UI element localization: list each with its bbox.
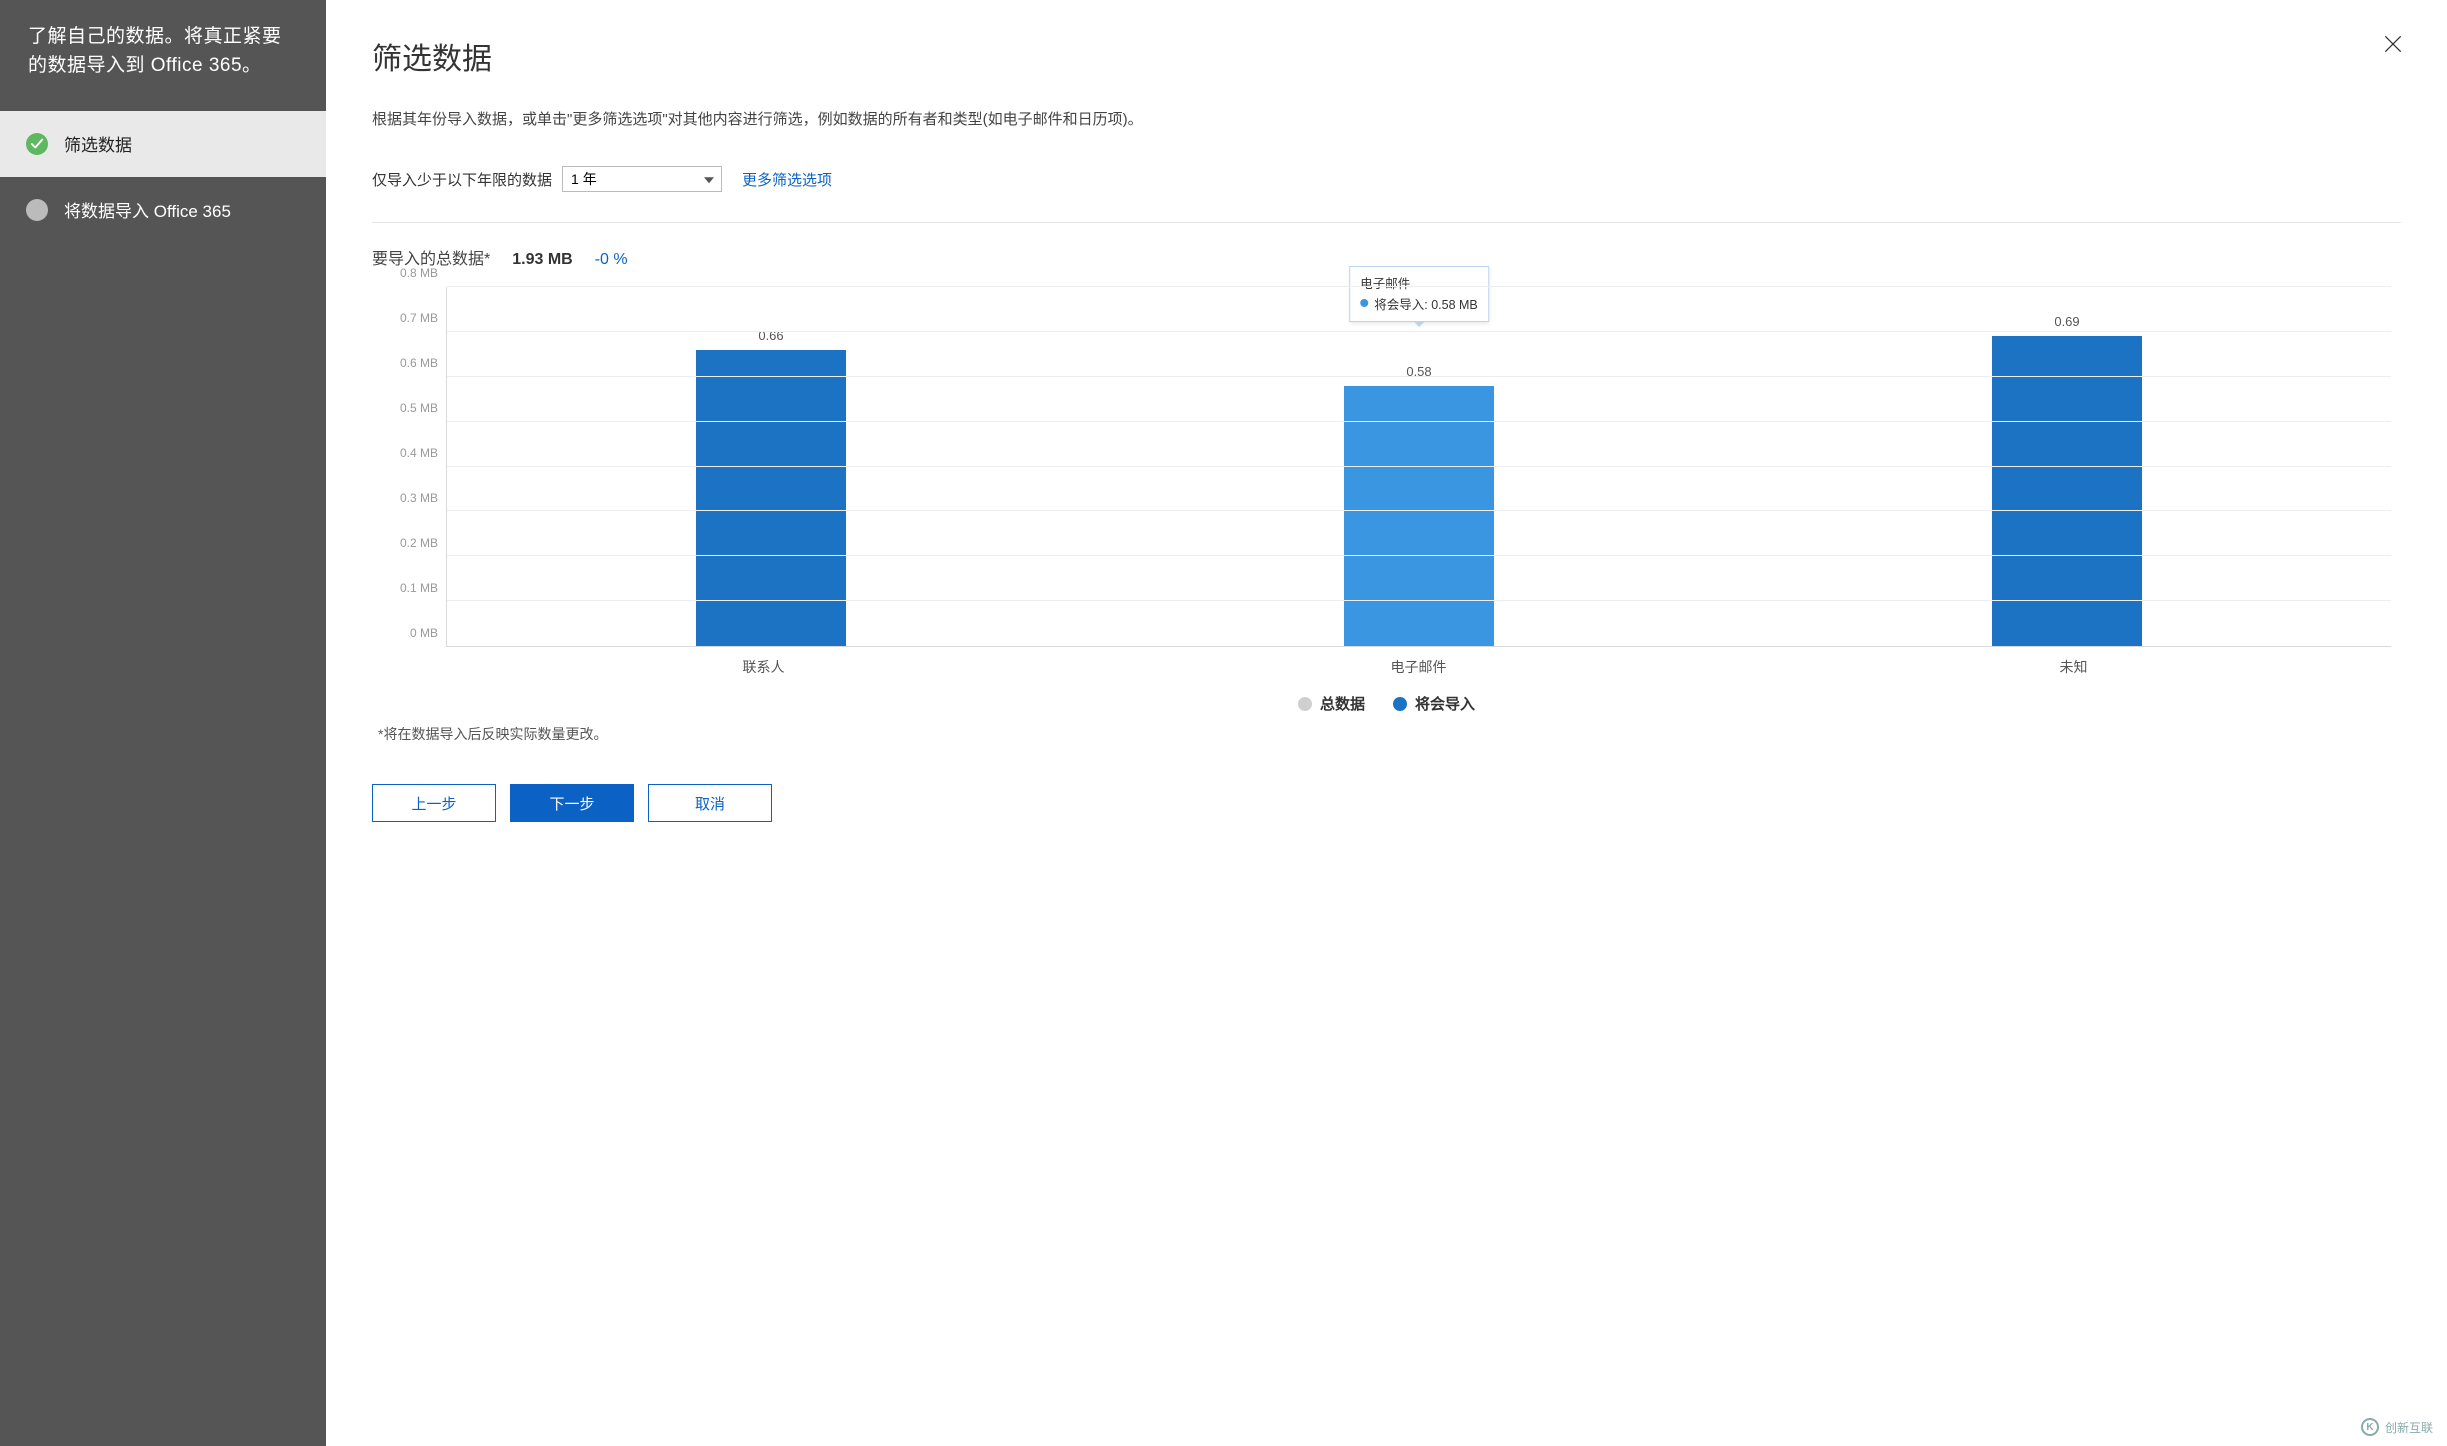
wizard-step-label: 将数据导入 Office 365 xyxy=(64,197,231,222)
legend-swatch-icon xyxy=(1393,697,1407,711)
y-tick-label: 0 MB xyxy=(410,626,438,640)
totals-value: 1.93 MB xyxy=(512,251,572,269)
more-filters-link[interactable]: 更多筛选选项 xyxy=(742,169,832,190)
y-tick-label: 0.7 MB xyxy=(400,311,438,325)
footnote: *将在数据导入后反映实际数量更改。 xyxy=(378,724,2401,744)
sidebar-header: 了解自己的数据。将真正紧要的数据导入到 Office 365。 xyxy=(0,0,326,111)
chart-tooltip: 电子邮件 将会导入: 0.58 MB xyxy=(1349,266,1489,322)
chart-legend: 总数据 将会导入 xyxy=(372,693,2401,714)
age-select-wrap: 1 年 xyxy=(562,166,722,192)
cancel-button[interactable]: 取消 xyxy=(648,784,772,822)
page-title: 筛选数据 xyxy=(372,34,2401,78)
next-button[interactable]: 下一步 xyxy=(510,784,634,822)
wizard-sidebar: 了解自己的数据。将真正紧要的数据导入到 Office 365。 筛选数据 将数据… xyxy=(0,0,326,1446)
bar-slot: 0.58 xyxy=(1095,287,1743,646)
back-button[interactable]: 上一步 xyxy=(372,784,496,822)
bullet-icon xyxy=(26,199,48,221)
totals-percent: -0 % xyxy=(595,251,628,269)
bar-value-label: 0.69 xyxy=(2054,314,2079,329)
wizard-step-import[interactable]: 将数据导入 Office 365 xyxy=(0,177,326,243)
main-panel: 筛选数据 根据其年份导入数据，或单击"更多筛选选项"对其他内容进行筛选，例如数据… xyxy=(326,0,2447,1446)
bar-slot: 0.69 xyxy=(1743,287,2391,646)
tooltip-series: 将会导入: 0.58 MB xyxy=(1374,294,1478,313)
x-tick-label: 未知 xyxy=(1746,647,2401,677)
intro-text: 根据其年份导入数据，或单击"更多筛选选项"对其他内容进行筛选，例如数据的所有者和… xyxy=(372,108,2401,132)
close-button[interactable] xyxy=(2377,28,2409,60)
legend-swatch-icon xyxy=(1298,697,1312,711)
y-tick-label: 0.5 MB xyxy=(400,401,438,415)
bar-slot: 0.66 xyxy=(447,287,1095,646)
x-tick-label: 电子邮件 xyxy=(1091,647,1746,677)
close-icon xyxy=(2382,33,2404,55)
chart-plot-area: 0.660.580.69 电子邮件 将会导入: 0.58 MB xyxy=(446,287,2391,647)
legend-label: 将会导入 xyxy=(1415,693,1475,714)
y-tick-label: 0.2 MB xyxy=(400,536,438,550)
import-chart: 0 MB 0.1 MB 0.2 MB 0.3 MB 0.4 MB 0.5 MB 0.6 MB… xyxy=(382,287,2391,647)
chart-bars: 0.66 0.58 0.69 xyxy=(447,287,2391,646)
check-circle-icon xyxy=(26,133,48,155)
y-tick-label: 0.8 MB xyxy=(400,266,438,280)
y-tick-label: 0.3 MB xyxy=(400,491,438,505)
legend-label: 总数据 xyxy=(1320,693,1365,714)
chart-bar[interactable]: 0.66 xyxy=(696,350,846,646)
age-select[interactable]: 1 年 xyxy=(562,166,722,192)
y-tick-label: 0.4 MB xyxy=(400,446,438,460)
age-filter-label: 仅导入少于以下年限的数据 xyxy=(372,169,552,190)
wizard-step-filter[interactable]: 筛选数据 xyxy=(0,111,326,177)
tooltip-category: 电子邮件 xyxy=(1360,273,1478,292)
legend-item-total: 总数据 xyxy=(1298,693,1365,714)
tooltip-dot-icon xyxy=(1360,299,1368,307)
age-filter-row: 仅导入少于以下年限的数据 1 年 更多筛选选项 xyxy=(372,166,2401,192)
chart-x-axis: 联系人电子邮件未知 xyxy=(436,647,2401,677)
chart-y-axis: 0 MB 0.1 MB 0.2 MB 0.3 MB 0.4 MB 0.5 MB 0.6 MB… xyxy=(382,287,446,647)
x-tick-label: 联系人 xyxy=(436,647,1091,677)
legend-item-import: 将会导入 xyxy=(1393,693,1475,714)
chart-bar[interactable]: 0.58 xyxy=(1344,386,1494,646)
separator xyxy=(372,222,2401,223)
y-tick-label: 0.1 MB xyxy=(400,581,438,595)
wizard-step-label: 筛选数据 xyxy=(64,131,132,156)
y-tick-label: 0.6 MB xyxy=(400,356,438,370)
wizard-footer: 上一步 下一步 取消 xyxy=(372,784,2401,822)
